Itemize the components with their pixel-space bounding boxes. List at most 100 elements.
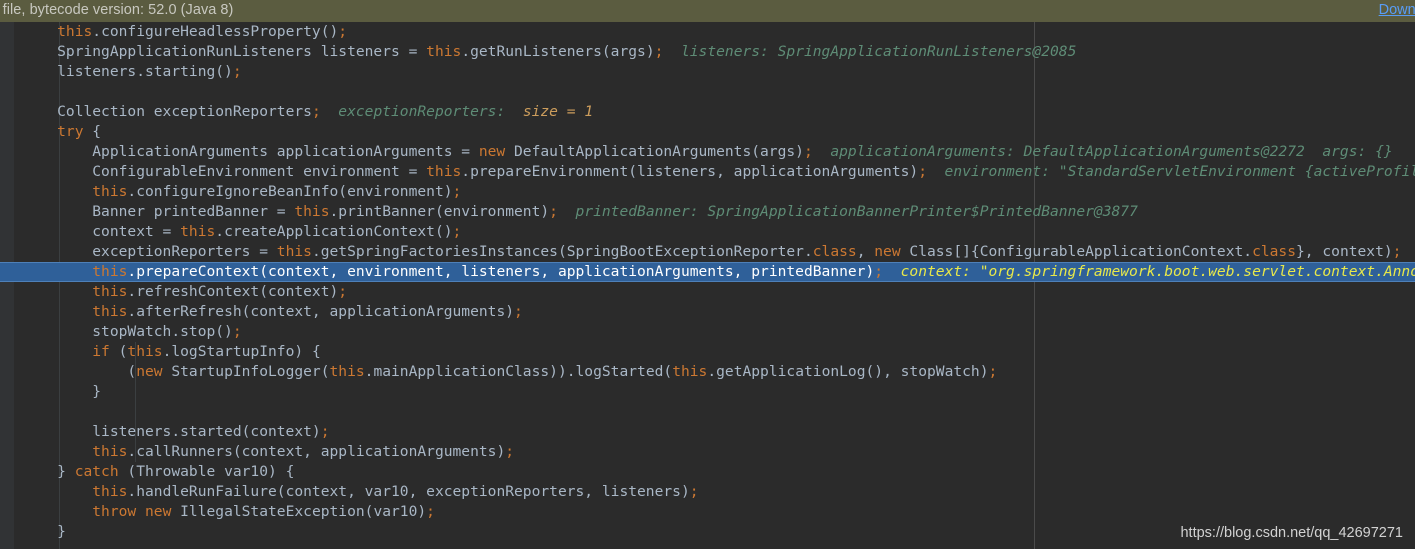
code-token: ConfigurableEnvironment environment =: [92, 163, 427, 180]
code-token: (: [127, 363, 137, 380]
code-token: this: [672, 363, 708, 380]
code-token: ;: [988, 363, 998, 380]
code-token: printedBanner: SpringApplicationBannerPr…: [557, 203, 1138, 220]
code-line[interactable]: (new StartupInfoLogger(this.mainApplicat…: [127, 362, 997, 382]
code-token: ;: [232, 63, 242, 80]
code-token: if: [92, 343, 110, 360]
bytecode-version-banner: ss file, bytecode version: 52.0 (Java 8)…: [0, 0, 1415, 22]
code-token: catch: [74, 463, 119, 480]
code-token: this: [92, 263, 128, 280]
code-token: ;: [918, 163, 927, 180]
code-token: .mainApplicationClass)).logStarted(: [364, 363, 673, 380]
code-token: environment: "StandardServletEnvironment…: [926, 163, 1415, 180]
code-token: this: [92, 303, 128, 320]
watermark-url: https://blog.csdn.net/qq_42697271: [1180, 525, 1403, 541]
code-token: stopWatch.stop(): [92, 323, 233, 340]
code-line[interactable]: Banner printedBanner = this.printBanner(…: [92, 202, 1138, 222]
code-line[interactable]: } catch (Throwable var10) {: [57, 462, 294, 482]
code-token: this: [426, 163, 462, 180]
code-token: }: [57, 523, 66, 540]
code-token: (: [109, 343, 128, 360]
code-token: .printBanner(environment): [329, 203, 550, 220]
code-line[interactable]: throw new IllegalStateException(var10);: [92, 502, 435, 522]
code-token: .configureHeadlessProperty(): [92, 23, 339, 40]
code-token: ;: [505, 443, 515, 460]
code-line[interactable]: exceptionReporters = this.getSpringFacto…: [92, 242, 1401, 262]
code-line[interactable]: this.prepareContext(context, environment…: [92, 262, 1415, 282]
code-line[interactable]: if (this.logStartupInfo) {: [92, 342, 320, 362]
code-line[interactable]: Collection exceptionReporters; exception…: [57, 102, 593, 122]
code-token: (Throwable var10) {: [118, 463, 295, 480]
code-token: this: [92, 183, 128, 200]
code-token: exceptionReporters:: [320, 103, 523, 120]
code-token: ;: [311, 103, 321, 120]
code-token: applicationArguments: DefaultApplication…: [812, 143, 1393, 160]
code-line[interactable]: this.configureHeadlessProperty();: [57, 22, 347, 42]
code-token: try: [57, 123, 84, 140]
highlighted-line-border-bottom: [0, 281, 1415, 282]
code-editor[interactable]: this.configureHeadlessProperty(); SpringA…: [0, 0, 1415, 549]
code-token: Banner printedBanner =: [92, 203, 295, 220]
code-line[interactable]: try {: [57, 122, 101, 142]
code-line[interactable]: this.configureIgnoreBeanInfo(environment…: [92, 182, 461, 202]
code-token: ;: [426, 503, 435, 520]
code-token: DefaultApplicationArguments(args): [505, 143, 804, 160]
code-token: this: [180, 223, 216, 240]
code-token: }: [57, 463, 75, 480]
code-token: Collection exceptionReporters: [57, 103, 312, 120]
code-token: class: [1252, 243, 1297, 260]
code-token: this: [329, 363, 365, 380]
code-token: .callRunners(context, applicationArgumen…: [127, 443, 506, 460]
code-token: this: [127, 343, 163, 360]
code-token: StartupInfoLogger(: [162, 363, 330, 380]
code-token: this: [92, 483, 128, 500]
code-line[interactable]: context = this.createApplicationContext(…: [92, 222, 461, 242]
code-token: ;: [320, 423, 330, 440]
code-token: class: [812, 243, 857, 260]
code-token: ;: [232, 323, 242, 340]
code-token: this: [426, 43, 462, 60]
code-token: .prepareEnvironment(listeners, applicati…: [461, 163, 919, 180]
code-content[interactable]: this.configureHeadlessProperty(); SpringA…: [0, 0, 1415, 549]
code-token: SpringApplicationRunListeners listeners …: [57, 43, 427, 60]
highlighted-line-border-top: [0, 262, 1415, 263]
code-line[interactable]: ConfigurableEnvironment environment = th…: [92, 162, 1415, 182]
code-line[interactable]: this.handleRunFailure(context, var10, ex…: [92, 482, 698, 502]
code-line[interactable]: this.refreshContext(context);: [92, 282, 347, 302]
code-token: .getApplicationLog(), stopWatch): [707, 363, 989, 380]
code-token: listeners: SpringApplicationRunListeners…: [663, 43, 1077, 60]
code-token: size = 1: [522, 103, 594, 120]
code-line[interactable]: ApplicationArguments applicationArgument…: [92, 142, 1392, 162]
code-line[interactable]: this.callRunners(context, applicationArg…: [92, 442, 514, 462]
code-token: .configureIgnoreBeanInfo(environment): [127, 183, 453, 200]
code-line[interactable]: stopWatch.stop();: [92, 322, 241, 342]
code-token: this: [92, 283, 128, 300]
code-line[interactable]: this.afterRefresh(context, applicationAr…: [92, 302, 523, 322]
code-token: exceptionReporters =: [92, 243, 277, 260]
code-token: ;: [338, 283, 348, 300]
code-token: this: [294, 203, 330, 220]
code-token: context: "org.springframework.boot.web.s…: [883, 263, 1415, 280]
code-token: ;: [803, 143, 813, 160]
code-token: ApplicationArguments applicationArgument…: [92, 143, 479, 160]
code-token: .prepareContext(context, environment, li…: [127, 263, 875, 280]
code-line[interactable]: listeners.starting();: [57, 62, 242, 82]
code-line[interactable]: listeners.started(context);: [92, 422, 329, 442]
code-token: listeners.started(context): [92, 423, 321, 440]
code-token: IllegalStateException(var10): [171, 503, 427, 520]
code-token: ;: [1392, 243, 1402, 260]
code-line[interactable]: }: [57, 522, 66, 542]
code-token: new: [874, 243, 901, 260]
code-token: .logStartupInfo) {: [162, 343, 321, 360]
code-token: }, context): [1296, 243, 1393, 260]
banner-message: ss file, bytecode version: 52.0 (Java 8): [0, 2, 234, 18]
code-token: {: [83, 123, 102, 140]
code-token: .createApplicationContext(): [215, 223, 453, 240]
code-line[interactable]: }: [92, 382, 101, 402]
code-token: ;: [452, 223, 462, 240]
code-token: ,: [856, 243, 875, 260]
code-token: Class[]{ConfigurableApplicationContext.: [900, 243, 1253, 260]
code-line[interactable]: SpringApplicationRunListeners listeners …: [57, 42, 1076, 62]
download-sources-link[interactable]: Downlo: [1379, 2, 1415, 18]
